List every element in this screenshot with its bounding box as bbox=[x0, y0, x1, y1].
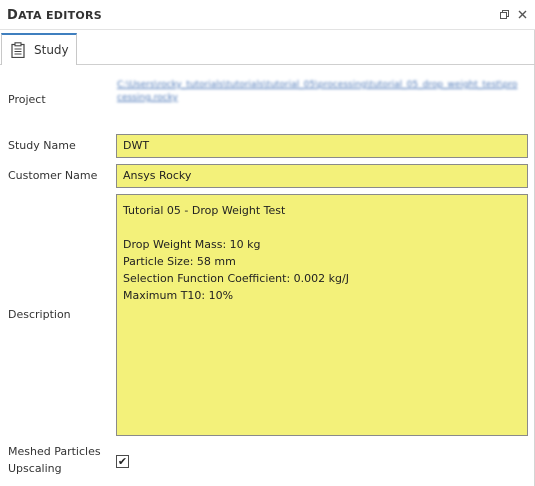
data-editors-panel: Data Editors St bbox=[0, 0, 535, 486]
tab-study-label: Study bbox=[34, 43, 69, 57]
clipboard-icon bbox=[11, 42, 25, 59]
study-name-field[interactable]: DWT bbox=[116, 134, 528, 158]
study-name-label: Study Name bbox=[8, 139, 76, 152]
meshed-particles-upscaling-checkbox[interactable]: ✔ bbox=[116, 455, 129, 468]
customer-name-label: Customer Name bbox=[8, 169, 98, 182]
description-field[interactable]: Tutorial 05 - Drop Weight Test Drop Weig… bbox=[116, 194, 528, 436]
project-label: Project bbox=[8, 93, 46, 106]
tab-study[interactable]: Study bbox=[1, 33, 77, 65]
project-path-link[interactable]: C:\Users\rocky_tutorials\tutorials\tutor… bbox=[117, 79, 519, 105]
customer-name-field[interactable]: Ansys Rocky bbox=[116, 164, 528, 188]
close-icon[interactable] bbox=[515, 7, 529, 21]
panel-title: Data Editors bbox=[7, 8, 103, 23]
panel-titlebar: Data Editors bbox=[0, 0, 535, 30]
description-label: Description bbox=[8, 308, 71, 321]
checkmark-icon: ✔ bbox=[117, 455, 128, 468]
meshed-particles-upscaling-label: Meshed Particles Upscaling bbox=[8, 445, 101, 475]
restore-icon[interactable] bbox=[497, 7, 511, 21]
tab-strip: Study bbox=[0, 33, 535, 65]
